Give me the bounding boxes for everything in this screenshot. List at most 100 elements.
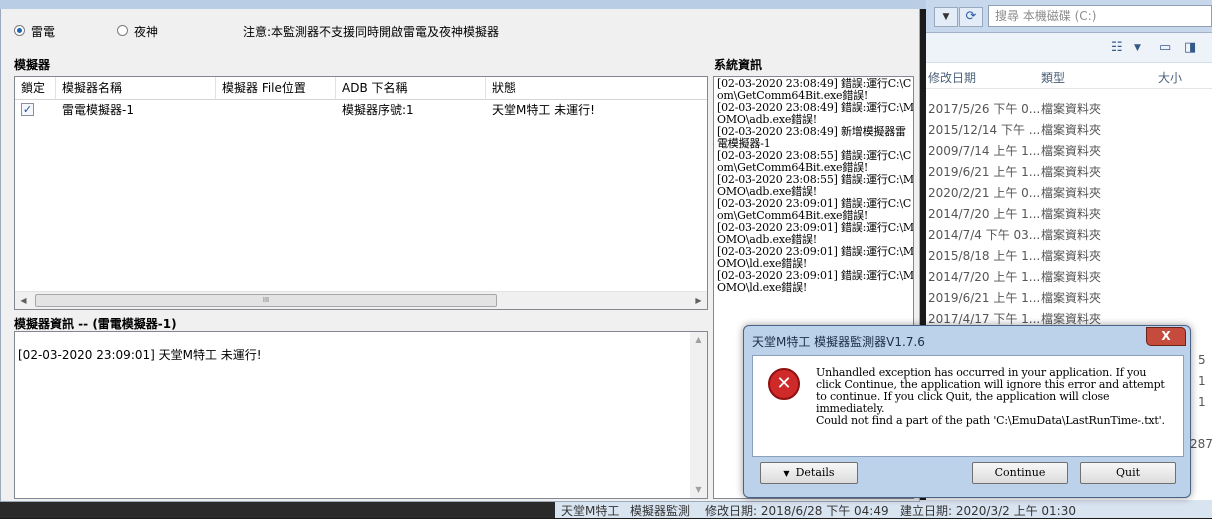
explorer-row[interactable]: 2014/7/20 上午 1... 檔案資料夾 <box>926 265 1212 286</box>
explorer-row[interactable]: 2019/6/21 上午 1... 檔案資料夾 <box>926 286 1212 307</box>
row-date: 2019/6/21 上午 1... <box>928 291 1041 305</box>
emulator-table: 鎖定 模擬器名稱 模擬器 File位置 ADB 下名稱 狀態 ✓ 雷電模擬器-1… <box>14 76 708 310</box>
emulator-info-textbox[interactable]: [02-03-2020 23:09:01] 天堂M特工 未運行! ▲ ▼ <box>14 331 708 499</box>
row-type: 檔案資料夾 <box>1041 291 1102 305</box>
quit-button[interactable]: Quit <box>1080 462 1176 484</box>
radio-unselected-icon <box>117 25 128 36</box>
log-line: [02-03-2020 23:08:49] 新增模擬器雷電模擬器-1 <box>717 125 906 150</box>
history-dropdown-button[interactable]: ▼ <box>934 7 958 27</box>
expand-down-icon: ▼ <box>783 469 790 478</box>
row-type: 檔案資料夾 <box>1041 249 1102 263</box>
row-size: 1 <box>1198 374 1206 388</box>
details-label: Details <box>795 466 835 479</box>
row-type: 檔案資料夾 <box>1041 270 1102 284</box>
dialog-message-area: ✕ Unhandled exception has occurred in yo… <box>752 355 1184 457</box>
explorer-search-input[interactable]: 搜尋 本機磁碟 (C:) <box>988 5 1212 27</box>
row-type: 檔案資料夾 <box>1041 207 1102 221</box>
preview-pane-icon[interactable]: ◨ <box>1184 40 1196 55</box>
radio-label: 雷電 <box>31 25 56 39</box>
dialog-close-button[interactable]: X <box>1146 327 1186 346</box>
log-line: [02-03-2020 23:08:49] 錯誤:運行C:\MOMO\adb.e… <box>717 101 914 126</box>
explorer-row[interactable]: 2014/7/4 下午 03... 檔案資料夾 <box>926 223 1212 244</box>
scrollbar-thumb[interactable]: III <box>35 294 497 307</box>
explorer-row[interactable]: 2014/7/20 上午 1... 檔案資料夾 <box>926 202 1212 223</box>
scroll-up-arrow-icon[interactable]: ▲ <box>690 332 707 348</box>
row-type: 檔案資料夾 <box>1041 102 1102 116</box>
row-size: 287 <box>1190 437 1212 451</box>
scroll-right-arrow-icon[interactable]: ▶ <box>690 293 707 309</box>
column-status[interactable]: 狀態 <box>486 77 707 100</box>
log-line: [02-03-2020 23:09:01] 錯誤:運行C:\Com\GetCom… <box>717 197 912 222</box>
row-date: 2020/2/21 上午 0... <box>928 186 1041 200</box>
explorer-row[interactable]: 2020/2/21 上午 0... 檔案資料夾 <box>926 181 1212 202</box>
log-line: [02-03-2020 23:09:01] 錯誤:運行C:\MOMO\adb.e… <box>717 221 914 246</box>
info-vertical-scrollbar[interactable]: ▲ ▼ <box>690 332 707 498</box>
log-line: [02-03-2020 23:08:49] 錯誤:運行C:\Com\GetCom… <box>717 77 912 102</box>
row-type: 檔案資料夾 <box>1041 186 1102 200</box>
log-line: [02-03-2020 23:08:55] 錯誤:運行C:\Com\GetCom… <box>717 149 912 174</box>
explorer-row[interactable]: 2015/8/18 上午 1... 檔案資料夾 <box>926 244 1212 265</box>
path-error-message: Could not find a part of the path 'C:\Em… <box>816 414 1165 427</box>
taskbar-app-label: 模擬器監測 <box>630 504 691 518</box>
explorer-row[interactable]: 2015/12/14 下午 ... 檔案資料夾 <box>926 118 1212 139</box>
explorer-details-bar: 天堂M特工 模擬器監測 修改日期: 2018/6/28 下午 04:49 建立日… <box>555 500 1212 518</box>
log-line: [02-03-2020 23:09:01] 錯誤:運行C:\MOMO\ld.ex… <box>717 269 914 294</box>
view-options-icon[interactable]: ☷ <box>1111 40 1123 55</box>
explorer-column-header: 修改日期 類型 大小 <box>926 63 1212 89</box>
error-icon: ✕ <box>768 368 800 400</box>
row-date: 2019/6/21 上午 1... <box>928 165 1041 179</box>
system-info-title: 系統資訊 <box>714 58 763 72</box>
scroll-left-arrow-icon[interactable]: ◀ <box>15 293 32 309</box>
cell-status: 天堂M特工 未運行! <box>492 103 595 117</box>
column-type[interactable]: 類型 <box>1041 69 1065 86</box>
explorer-toolbar: ☷ ▼ ▭ ◨ <box>926 33 1212 63</box>
row-type: 檔案資料夾 <box>1041 228 1102 242</box>
notice-text: 注意:本監測器不支援同時開啟雷電及夜神模擬器 <box>243 25 500 39</box>
new-folder-icon[interactable]: ▭ <box>1159 40 1171 55</box>
explorer-row[interactable]: 2009/7/14 上午 1... 檔案資料夾 <box>926 139 1212 160</box>
cell-adb-name: 模擬器序號:1 <box>342 103 414 117</box>
column-file-location[interactable]: 模擬器 File位置 <box>216 77 336 100</box>
modified-date-text: 修改日期: 2018/6/28 下午 04:49 <box>705 504 889 518</box>
dialog-title: 天堂M特工 模擬器監測器V1.7.6 <box>752 335 925 349</box>
row-date: 2009/7/14 上午 1... <box>928 144 1041 158</box>
emulator-info-title: 模擬器資訊 -- (雷電模擬器-1) <box>14 317 177 331</box>
row-date: 2017/5/26 下午 0... <box>928 102 1041 116</box>
scroll-down-arrow-icon[interactable]: ▼ <box>690 482 707 498</box>
column-size[interactable]: 大小 <box>1158 69 1182 86</box>
row-size: 5 <box>1198 353 1206 367</box>
main-window-titlebar <box>0 0 926 9</box>
column-emulator-name[interactable]: 模擬器名稱 <box>56 77 216 100</box>
radio-label: 夜神 <box>134 25 159 39</box>
row-date: 2014/7/20 上午 1... <box>928 207 1041 221</box>
refresh-button[interactable]: ⟳ <box>959 7 983 27</box>
row-date: 2014/7/4 下午 03... <box>928 228 1041 242</box>
lock-checkbox[interactable]: ✓ <box>21 103 34 116</box>
radio-selected-icon <box>14 25 25 36</box>
column-adb-name[interactable]: ADB 下名稱 <box>336 77 486 100</box>
explorer-row[interactable]: 2017/5/26 下午 0... 檔案資料夾 <box>926 97 1212 118</box>
column-modified-date[interactable]: 修改日期 <box>928 69 976 86</box>
explorer-row[interactable]: 2019/6/21 上午 1... 檔案資料夾 <box>926 160 1212 181</box>
table-header: 鎖定 模擬器名稱 模擬器 File位置 ADB 下名稱 狀態 <box>15 77 707 100</box>
unhandled-exception-dialog: 天堂M特工 模擬器監測器V1.7.6 X ✕ Unhandled excepti… <box>743 325 1191 498</box>
table-horizontal-scrollbar[interactable]: ◀ III ▶ <box>15 291 707 309</box>
row-size: 1 <box>1198 395 1206 409</box>
grip-icon: III <box>262 296 270 304</box>
row-type: 檔案資料夾 <box>1041 165 1102 179</box>
details-button[interactable]: ▼ Details <box>760 462 858 484</box>
row-type: 檔案資料夾 <box>1041 123 1102 137</box>
taskbar-app-name: 天堂M特工 <box>561 504 620 518</box>
created-date-text: 建立日期: 2020/3/2 上午 01:30 <box>900 504 1076 518</box>
table-row[interactable]: ✓ 雷電模擬器-1 模擬器序號:1 天堂M特工 未運行! <box>15 100 707 120</box>
continue-button[interactable]: Continue <box>972 462 1068 484</box>
row-type: 檔案資料夾 <box>1041 144 1102 158</box>
exception-message: Unhandled exception has occurred in your… <box>816 366 1165 415</box>
row-date: 2014/7/20 上午 1... <box>928 270 1041 284</box>
explorer-address-bar: ▼ ⟳ 搜尋 本機磁碟 (C:) <box>926 0 1212 33</box>
log-line: [02-03-2020 23:08:55] 錯誤:運行C:\MOMO\adb.e… <box>717 173 914 198</box>
view-dropdown-icon[interactable]: ▼ <box>1134 43 1141 53</box>
emulator-info-text: [02-03-2020 23:09:01] 天堂M特工 未運行! <box>18 348 262 362</box>
column-lock[interactable]: 鎖定 <box>15 77 56 100</box>
cell-emulator-name: 雷電模擬器-1 <box>62 103 134 117</box>
